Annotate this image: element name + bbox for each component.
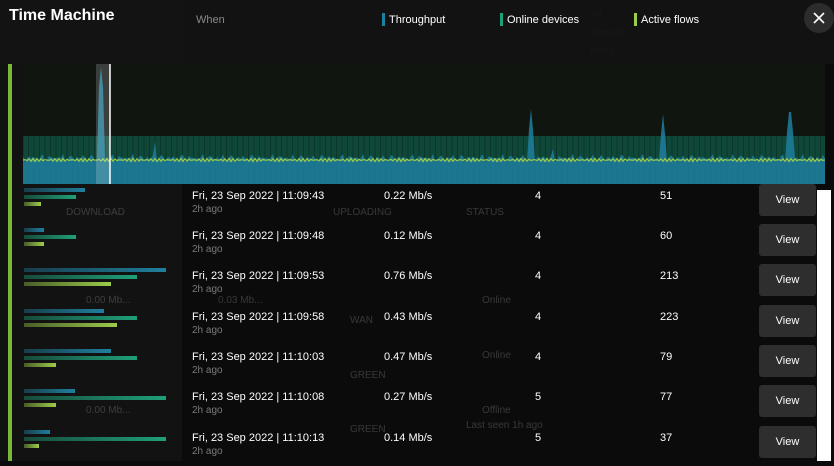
row-ago: 2h ago (192, 325, 223, 336)
table-row: Fri, 23 Sep 2022 | 11:09:58 2h ago 0.43 Mb… (0, 305, 834, 345)
row-bar-devices (24, 235, 76, 239)
scrollbar-track[interactable] (817, 190, 831, 461)
row-bar-devices (24, 356, 137, 360)
row-ago: 2h ago (192, 446, 223, 457)
row-bar-flows (24, 403, 56, 407)
row-throughput: 0.27 Mb/s (384, 391, 433, 403)
row-bar-devices (24, 316, 137, 320)
timeline-svg (22, 64, 826, 184)
row-flows: 79 (660, 351, 673, 363)
table-row: Fri, 23 Sep 2022 | 11:10:13 2h ago 0.14 Mb… (0, 426, 834, 466)
row-throughput: 0.76 Mb/s (384, 270, 433, 282)
row-bar-flows (24, 363, 56, 367)
row-ago: 2h ago (192, 244, 223, 255)
row-date: Fri, 23 Sep 2022 | 11:09:58 (192, 311, 325, 323)
legend-online-devices: Online devices (500, 13, 579, 26)
row-flows: 60 (660, 230, 673, 242)
view-button[interactable]: View (759, 426, 816, 458)
row-devices: 4 (535, 230, 542, 242)
legend-swatch-throughput (382, 13, 385, 26)
view-button[interactable]: View (759, 385, 816, 417)
legend-active-flows: Active flows (634, 13, 699, 26)
legend-swatch-devices (500, 13, 503, 26)
row-date: Fri, 23 Sep 2022 | 11:09:43 (192, 190, 325, 202)
legend-throughput: Throughput (382, 13, 445, 26)
row-bar-devices (24, 437, 166, 441)
time-machine-header: Time Machine When Throughput Online devi… (0, 0, 834, 64)
view-button[interactable]: View (759, 345, 816, 377)
close-button[interactable] (804, 3, 834, 33)
row-bar-throughput (24, 430, 50, 434)
legend-swatch-flows (634, 13, 637, 26)
row-throughput: 0.47 Mb/s (384, 351, 433, 363)
view-button[interactable]: View (759, 224, 816, 256)
row-flows: 223 (660, 311, 679, 323)
row-bar-throughput (24, 349, 111, 353)
view-button[interactable]: View (759, 184, 816, 216)
row-devices: 4 (535, 270, 542, 282)
row-ago: 2h ago (192, 405, 223, 416)
row-ago: 2h ago (192, 284, 223, 295)
row-bar-flows (24, 282, 111, 286)
row-bar-flows (24, 323, 117, 327)
close-icon (813, 12, 825, 24)
row-date: Fri, 23 Sep 2022 | 11:10:13 (192, 432, 325, 444)
row-flows: 51 (660, 190, 673, 202)
row-bar-throughput (24, 188, 85, 192)
row-date: Fri, 23 Sep 2022 | 11:09:53 (192, 270, 325, 282)
row-devices: 4 (535, 190, 542, 202)
row-bar-flows (24, 242, 44, 246)
page-title: Time Machine (9, 7, 115, 24)
row-bar-flows (24, 444, 39, 448)
row-bar-devices (24, 396, 166, 400)
view-button[interactable]: View (759, 264, 816, 296)
selection-window[interactable] (96, 64, 110, 184)
legend-label: Active flows (641, 13, 700, 26)
row-devices: 5 (535, 391, 542, 403)
throughput-area (23, 67, 825, 184)
row-throughput: 0.22 Mb/s (384, 190, 433, 202)
row-bar-throughput (24, 268, 166, 272)
legend-label: Online devices (507, 13, 580, 26)
row-bar-throughput (24, 389, 75, 393)
timeline-chart[interactable] (22, 64, 826, 184)
row-flows: 213 (660, 270, 679, 282)
row-flows: 37 (660, 432, 673, 444)
table-row: Fri, 23 Sep 2022 | 11:10:08 2h ago 0.27 Mb… (0, 385, 834, 425)
legend-label: Throughput (389, 13, 446, 26)
row-ago: 2h ago (192, 204, 223, 215)
row-devices: 4 (535, 351, 542, 363)
row-devices: 4 (535, 311, 542, 323)
row-bar-devices (24, 195, 76, 199)
row-throughput: 0.12 Mb/s (384, 230, 433, 242)
when-column-header: When (196, 14, 225, 26)
row-ago: 2h ago (192, 365, 223, 376)
table-row: Fri, 23 Sep 2022 | 11:09:48 2h ago 0.12 Mb… (0, 224, 834, 264)
row-throughput: 0.43 Mb/s (384, 311, 433, 323)
table-row: Fri, 23 Sep 2022 | 11:09:53 2h ago 0.76 Mb… (0, 264, 834, 304)
row-bar-flows (24, 202, 41, 206)
row-devices: 5 (535, 432, 542, 444)
row-date: Fri, 23 Sep 2022 | 11:10:08 (192, 391, 325, 403)
row-throughput: 0.14 Mb/s (384, 432, 433, 444)
row-date: Fri, 23 Sep 2022 | 11:09:48 (192, 230, 325, 242)
row-bar-throughput (24, 228, 44, 232)
row-bar-throughput (24, 309, 104, 313)
row-date: Fri, 23 Sep 2022 | 11:10:03 (192, 351, 325, 363)
row-flows: 77 (660, 391, 673, 403)
row-bar-devices (24, 275, 137, 279)
table-row: Fri, 23 Sep 2022 | 11:09:43 2h ago 0.22 Mb… (0, 184, 834, 224)
table-row: Fri, 23 Sep 2022 | 11:10:03 2h ago 0.47 Mb… (0, 345, 834, 385)
view-button[interactable]: View (759, 305, 816, 337)
